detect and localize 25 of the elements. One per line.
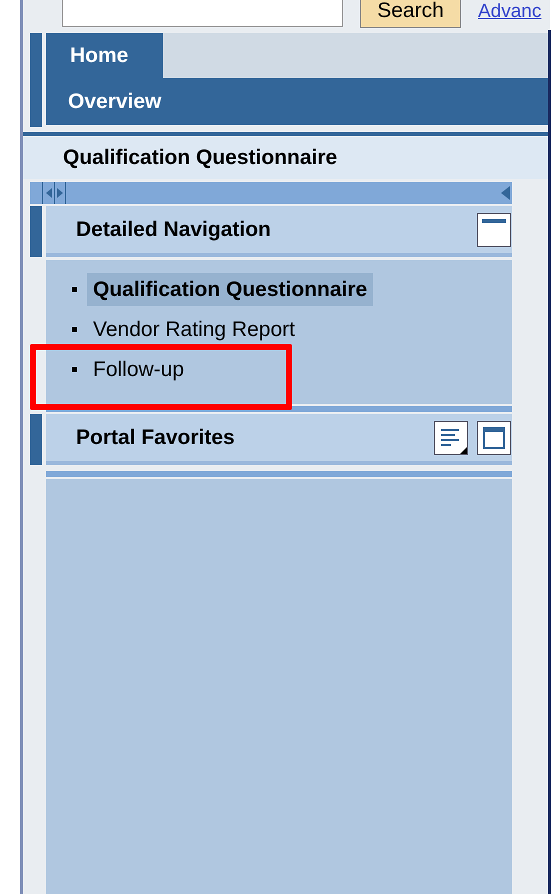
panel-title: Detailed Navigation	[75, 216, 271, 243]
options-button[interactable]	[434, 420, 468, 454]
overview-link[interactable]: Overview	[46, 86, 162, 118]
minimize-button[interactable]	[477, 212, 511, 246]
scroll-left-button[interactable]	[42, 182, 54, 204]
scroll-right-button[interactable]	[54, 182, 66, 204]
advanced-search-link[interactable]: Advanc	[478, 0, 542, 24]
bullet-icon	[72, 287, 77, 292]
bullet-icon	[72, 367, 77, 372]
maximize-button[interactable]	[477, 420, 511, 454]
corner-triangle-icon	[460, 446, 467, 454]
accent-bar	[30, 206, 42, 257]
bullet-icon	[72, 327, 77, 332]
right-arrow-icon	[57, 188, 63, 198]
search-field[interactable]	[62, 0, 343, 27]
home-tab[interactable]: Home	[46, 33, 163, 78]
nav-link[interactable]: Qualification Questionnaire	[87, 272, 374, 306]
search-button[interactable]: Search	[360, 0, 461, 28]
page-title: Qualification Questionnaire	[62, 145, 338, 172]
nav-link[interactable]: Follow-up	[93, 354, 184, 386]
left-arrow-icon	[46, 188, 52, 198]
panel-title: Portal Favorites	[75, 424, 235, 451]
collapse-arrow-icon[interactable]	[501, 186, 510, 200]
nav-link[interactable]: Vendor Rating Report	[93, 314, 295, 346]
accent-bar	[30, 414, 42, 465]
